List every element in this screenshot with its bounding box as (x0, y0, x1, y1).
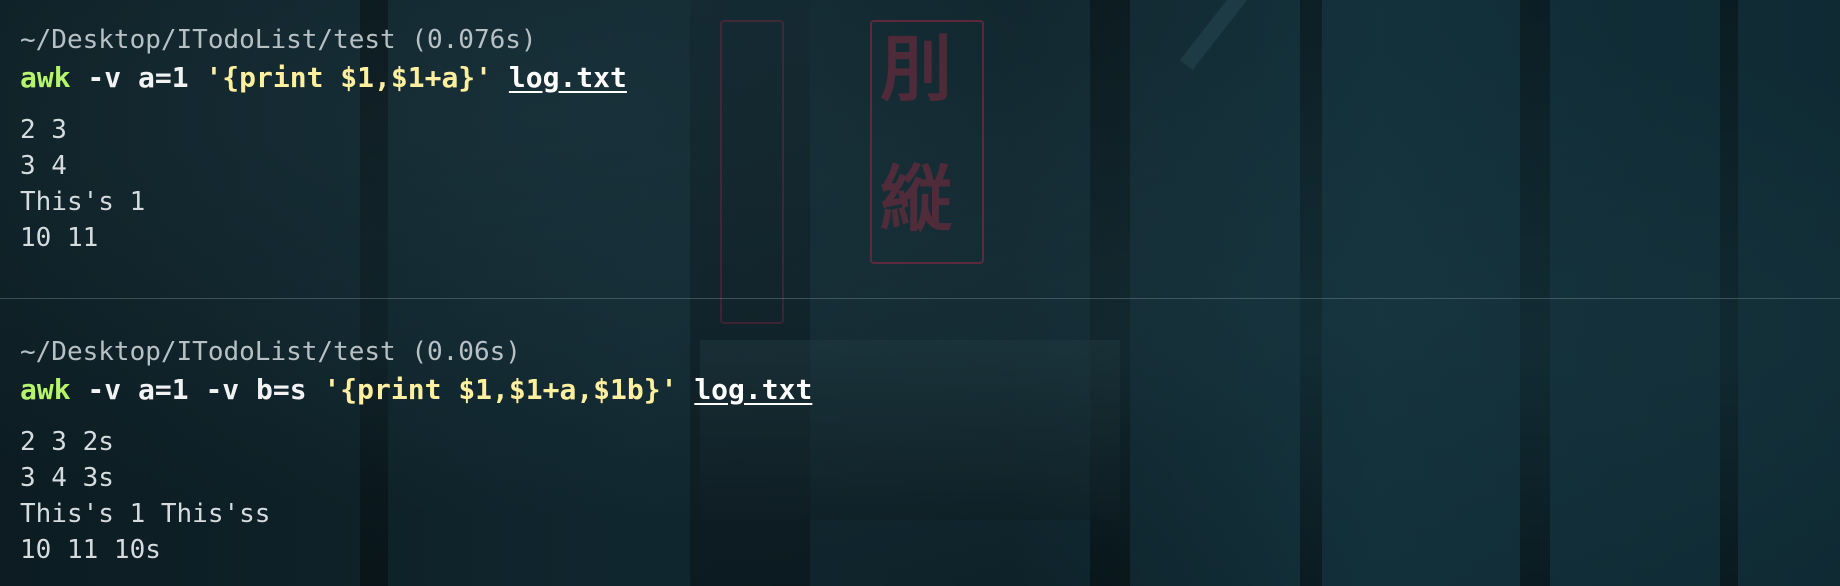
command-block[interactable]: ~/Desktop/ITodoList/test (0.076s) awk -v… (20, 22, 627, 256)
command-args: -v a=1 -v b=s (70, 373, 324, 406)
command-duration: (0.076s) (411, 25, 537, 55)
command-args: -v a=1 (70, 61, 206, 94)
command-block[interactable]: ~/Desktop/ITodoList/test (0.06s) awk -v … (20, 334, 812, 568)
command-script: '{print $1,$1+a}' (205, 61, 493, 94)
output-line: 2 3 2s (20, 427, 114, 457)
output-line: 3 4 3s (20, 463, 114, 493)
output-line: 2 3 (20, 115, 67, 145)
command-line[interactable]: awk -v a=1 '{print $1,$1+a}' log.txt (20, 58, 627, 98)
command-output: 2 3 3 4 This's 1 10 11 (20, 112, 627, 256)
command-program: awk (20, 61, 71, 94)
command-program: awk (20, 373, 71, 406)
command-line[interactable]: awk -v a=1 -v b=s '{print $1,$1+a,$1b}' … (20, 370, 812, 410)
output-line: 10 11 10s (20, 535, 161, 565)
command-output: 2 3 2s 3 4 3s This's 1 This'ss 10 11 10s (20, 424, 812, 568)
output-line: This's 1 This'ss (20, 499, 271, 529)
working-directory-header: ~/Desktop/ITodoList/test (0.06s) (20, 334, 812, 370)
output-line: This's 1 (20, 187, 146, 217)
working-directory-header: ~/Desktop/ITodoList/test (0.076s) (20, 22, 627, 58)
command-file-link[interactable]: log.txt (509, 61, 627, 94)
terminal-window[interactable]: ~/Desktop/ITodoList/test (0.076s) awk -v… (0, 0, 1840, 586)
command-duration: (0.06s) (411, 337, 521, 367)
working-directory-path: ~/Desktop/ITodoList/test (20, 25, 396, 55)
working-directory-path: ~/Desktop/ITodoList/test (20, 337, 396, 367)
output-line: 3 4 (20, 151, 67, 181)
command-script: '{print $1,$1+a,$1b}' (323, 373, 678, 406)
command-file-link[interactable]: log.txt (694, 373, 812, 406)
output-line: 10 11 (20, 223, 99, 253)
